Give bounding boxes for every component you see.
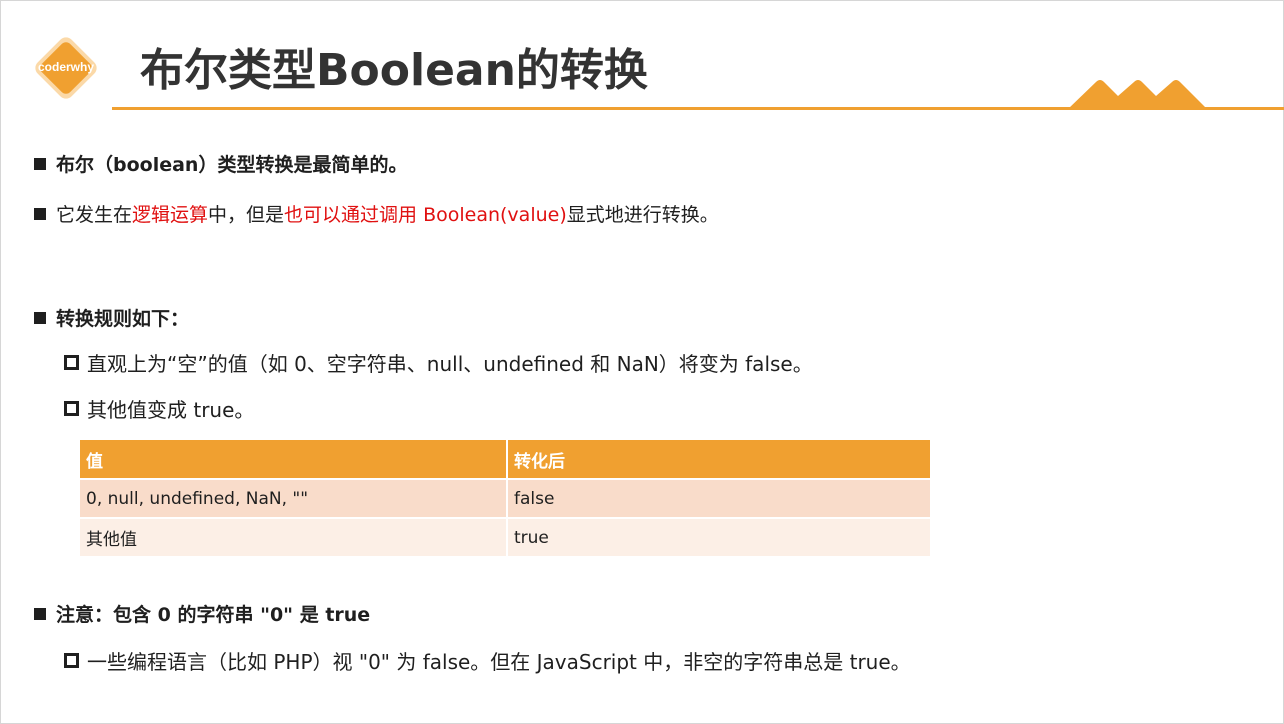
sub-bullet-text: 直观上为“空”的值（如 0、空字符串、null、undefined 和 NaN）… (87, 352, 813, 376)
square-bullet-icon (34, 157, 46, 170)
sub-bullet-empty-values: 直观上为“空”的值（如 0、空字符串、null、undefined 和 NaN）… (64, 348, 813, 377)
cell-converted: true (507, 517, 932, 556)
sub-bullet-text: 一些编程语言（比如 PHP）视 "0" 为 false。但在 JavaScrip… (87, 650, 911, 674)
sub-bullet-other-values: 其他值变成 true。 (64, 394, 254, 423)
hollow-square-bullet-icon (64, 355, 79, 370)
wave-decoration-icon (1068, 80, 1207, 109)
highlight-boolean-call: 也可以通过调用 Boolean(value) (284, 204, 567, 226)
bullet-boolean-simple: 布尔（boolean）类型转换是最简单的。 (34, 150, 407, 177)
bullet-text-part: 中，但是 (208, 204, 285, 226)
square-bullet-icon (34, 311, 46, 324)
sub-bullet-php-note: 一些编程语言（比如 PHP）视 "0" 为 false。但在 JavaScrip… (64, 646, 911, 675)
bullet-text: 转换规则如下： (56, 308, 190, 330)
sub-bullet-text: 其他值变成 true。 (87, 398, 255, 422)
table-row: 0, null, undefined, NaN, "" false (80, 478, 932, 518)
bullet-text-part: 它发生在 (56, 204, 133, 226)
page-title: 布尔类型Boolean的转换 (140, 45, 648, 96)
hollow-square-bullet-icon (64, 401, 79, 416)
bullet-rules-heading: 转换规则如下： (34, 304, 189, 331)
bullet-text: 注意：包含 0 的字符串 "0" 是 true (56, 604, 371, 626)
bullet-text: 布尔（boolean）类型转换是最简单的。 (56, 154, 408, 176)
cell-converted: false (507, 478, 932, 518)
bullet-text-part: 显式地进行转换。 (566, 204, 719, 226)
conversion-table: 值 转化后 0, null, undefined, NaN, "" false … (80, 440, 932, 556)
header-converted: 转化后 (507, 440, 932, 479)
square-bullet-icon (34, 207, 46, 220)
square-bullet-icon (34, 607, 46, 620)
logo-text: coderwhy (37, 60, 94, 74)
table-header-row: 值 转化后 (80, 440, 932, 479)
cell-value: 0, null, undefined, NaN, "" (80, 478, 508, 518)
table-row: 其他值 true (80, 517, 932, 556)
title-underline (112, 107, 1284, 110)
cell-value: 其他值 (80, 517, 508, 556)
hollow-square-bullet-icon (64, 653, 79, 668)
bullet-logic-operation: 它发生在 逻辑运算 中，但是 也可以通过调用 Boolean(value) 显式地进行… (34, 200, 719, 227)
highlight-logic-operation: 逻辑运算 (132, 204, 209, 226)
coderwhy-logo: coderwhy (28, 30, 104, 106)
header-value: 值 (80, 440, 508, 479)
bullet-note: 注意：包含 0 的字符串 "0" 是 true (34, 600, 370, 627)
